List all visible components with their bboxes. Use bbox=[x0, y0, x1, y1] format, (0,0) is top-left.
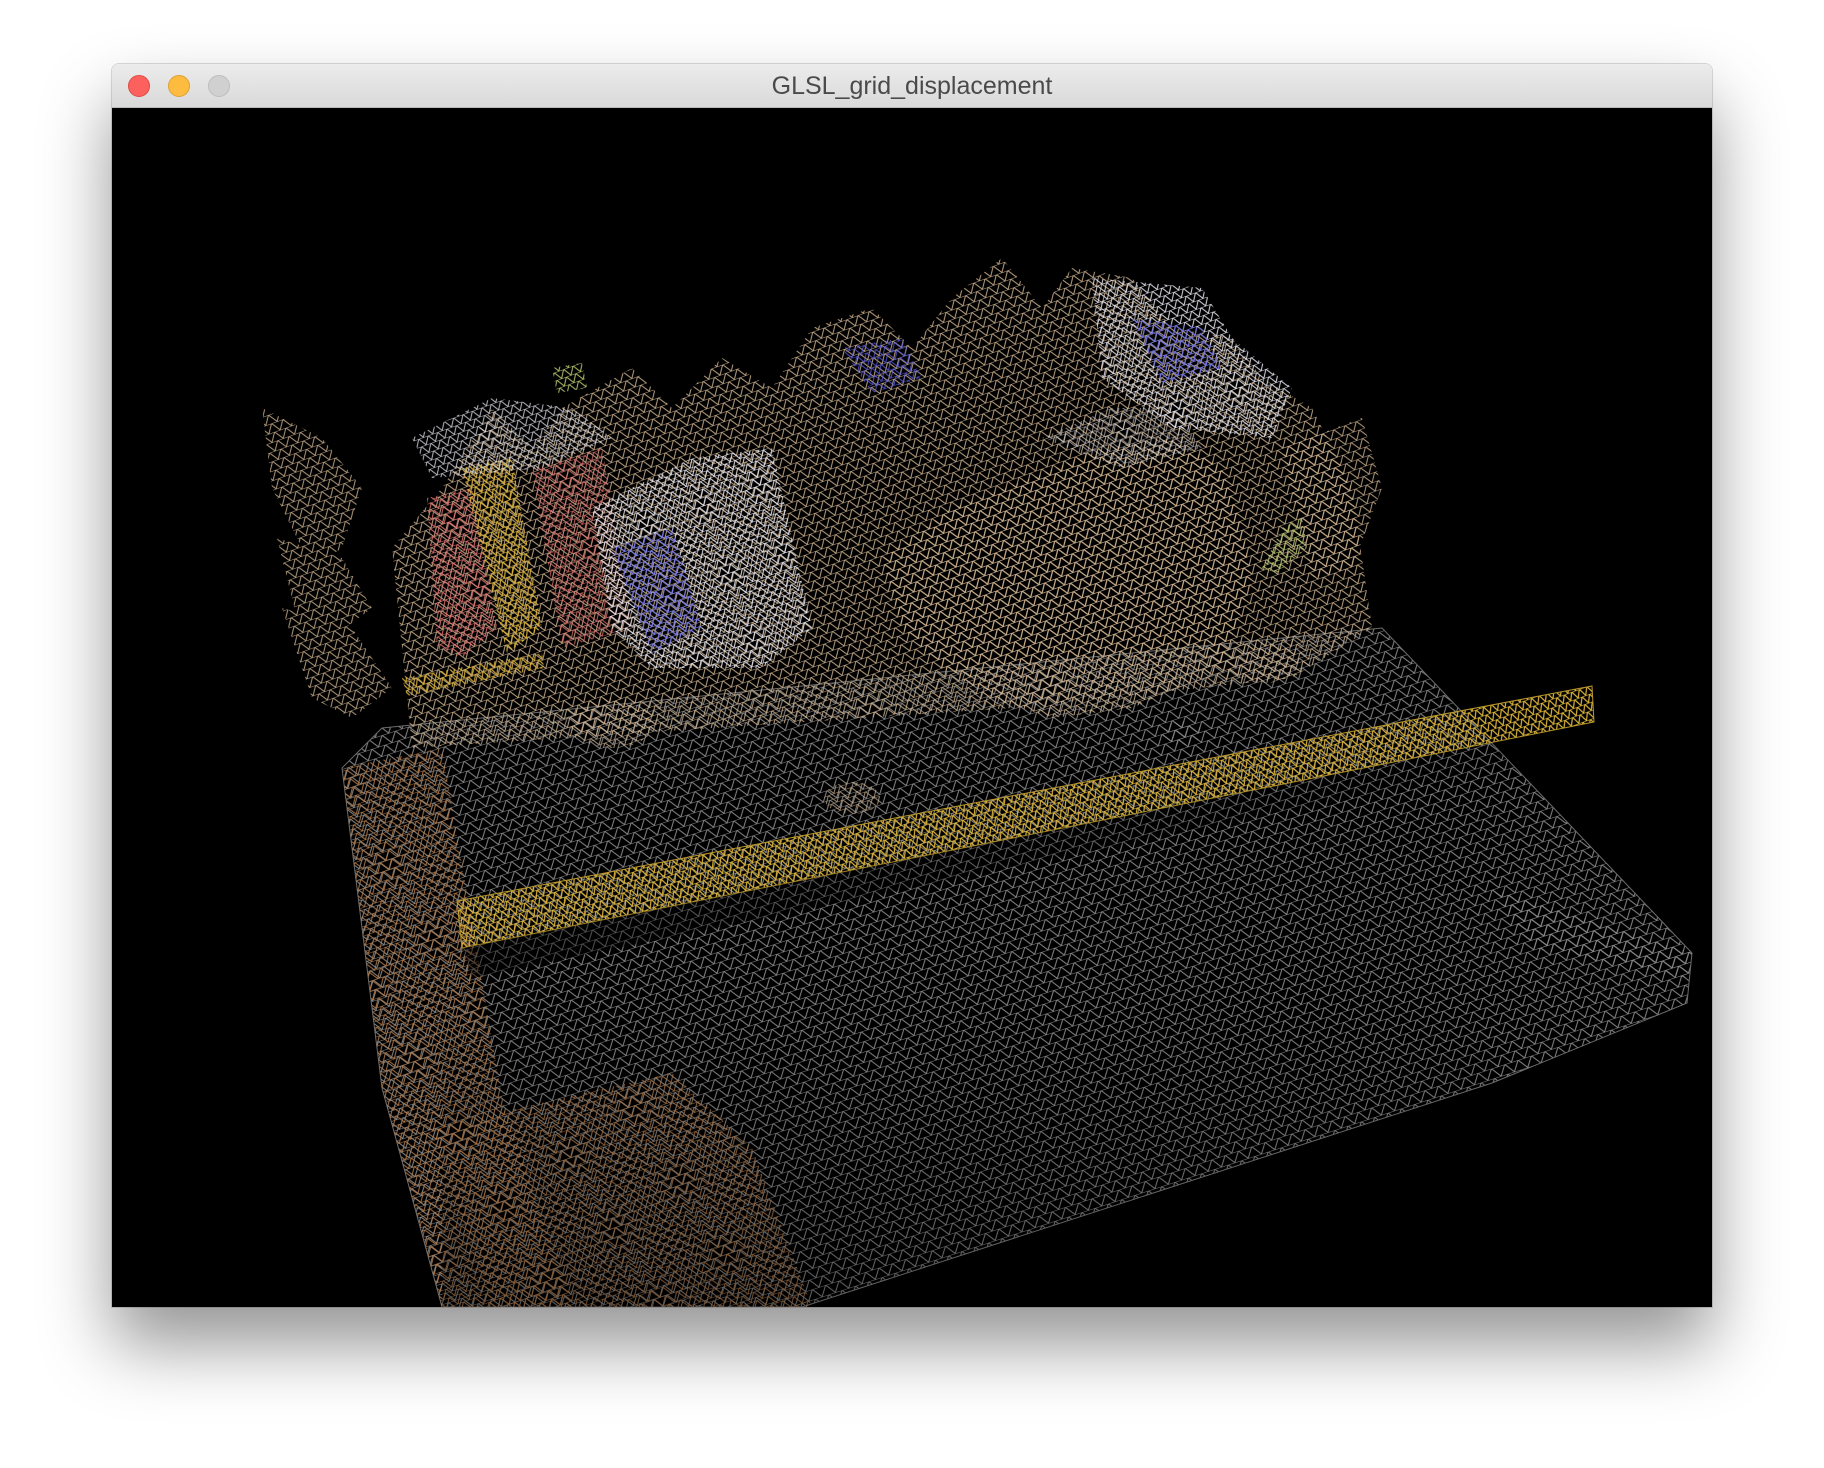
terrain-left-spikes bbox=[262, 408, 392, 718]
window-title: GLSL_grid_displacement bbox=[771, 72, 1053, 100]
render-canvas[interactable] bbox=[112, 108, 1712, 1307]
title-bar[interactable]: GLSL_grid_displacement bbox=[112, 64, 1712, 108]
terrain-mound-2 bbox=[824, 782, 880, 814]
terrain-front-shade bbox=[442, 1008, 1492, 1307]
terrain-mound-3 bbox=[1226, 643, 1298, 683]
terrain-mound-4 bbox=[1162, 721, 1202, 745]
wireframe-scene bbox=[262, 258, 1693, 1307]
app-window: GLSL_grid_displacement bbox=[112, 64, 1712, 1307]
terrain-mound-1 bbox=[570, 698, 654, 748]
terrain-green-patch-left bbox=[552, 363, 587, 393]
